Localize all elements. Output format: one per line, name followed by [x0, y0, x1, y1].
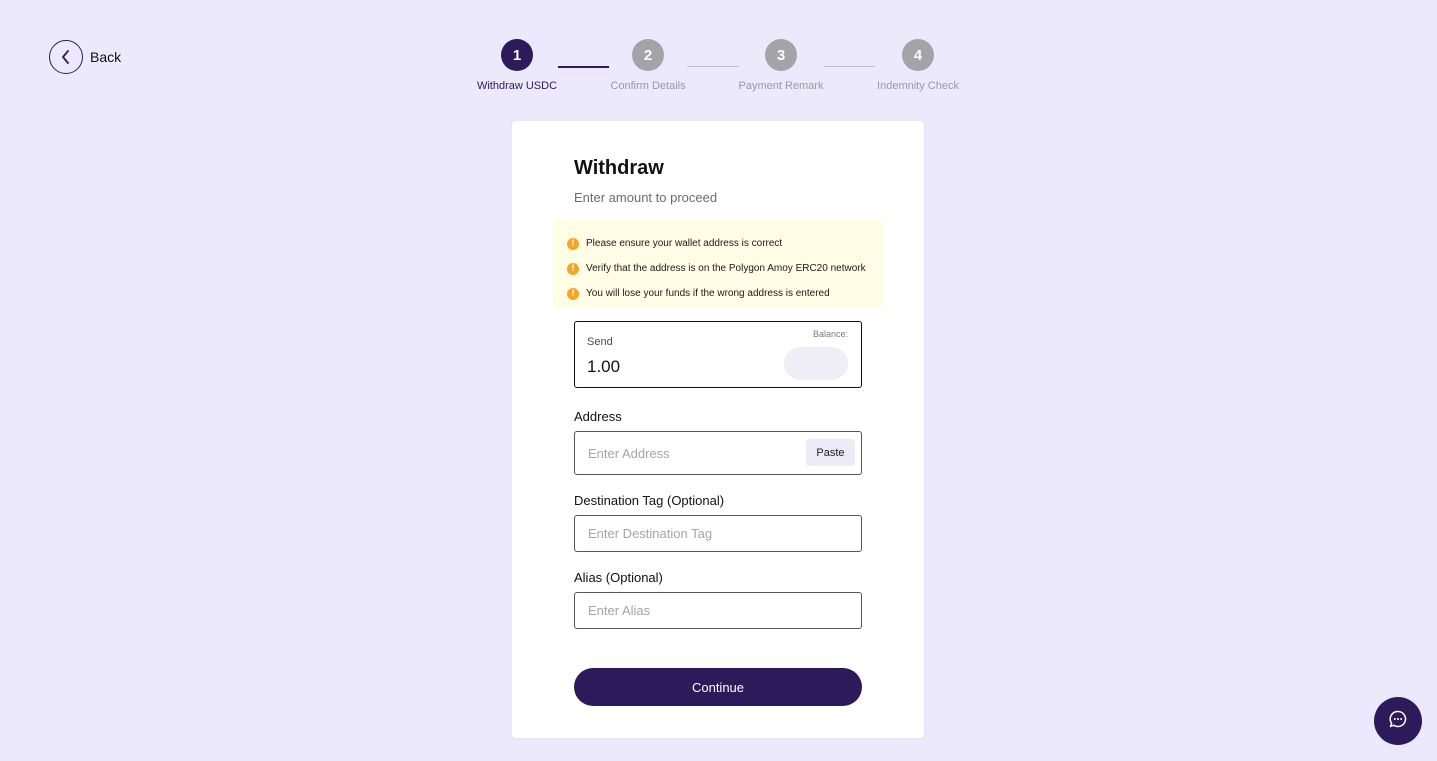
step-label: Withdraw USDC — [476, 80, 558, 92]
page-title: Withdraw — [574, 157, 664, 179]
notice-text: Verify that the address is on the Polygo… — [586, 263, 866, 274]
balance-label: Balance: — [812, 329, 848, 339]
notice-text: You will lose your funds if the wrong ad… — [586, 288, 830, 299]
send-amount-field[interactable]: Send 1.00 Balance: — [574, 321, 862, 388]
step-confirm-details: 2 Confirm Details — [578, 39, 718, 92]
exclamation-circle-icon: ! — [567, 262, 579, 275]
chat-bubble-icon — [1388, 709, 1408, 734]
address-label: Address — [574, 409, 622, 424]
send-amount-value[interactable]: 1.00 — [587, 357, 620, 377]
step-withdraw: 1 Withdraw USDC — [447, 39, 587, 92]
alias-input[interactable] — [575, 593, 861, 628]
balance-value-placeholder — [784, 347, 848, 380]
step-number: 4 — [902, 39, 934, 71]
notice-item: ! Please ensure your wallet address is c… — [567, 231, 884, 256]
send-label: Send — [587, 336, 613, 348]
withdraw-page: Back 1 Withdraw USDC 2 Confirm Details 3… — [0, 0, 1437, 761]
step-label: Confirm Details — [610, 80, 686, 92]
notice-text: Please ensure your wallet address is cor… — [586, 238, 783, 249]
step-label: Indemnity Check — [877, 80, 959, 92]
destination-tag-label: Destination Tag (Optional) — [574, 493, 725, 508]
progress-stepper: 1 Withdraw USDC 2 Confirm Details 3 Paym… — [0, 39, 1437, 99]
step-number: 3 — [765, 39, 797, 71]
continue-button[interactable]: Continue — [574, 668, 862, 706]
step-payment-remark: 3 Payment Remark — [711, 39, 851, 92]
paste-button[interactable]: Paste — [806, 439, 855, 466]
step-indemnity-check: 4 Indemnity Check — [848, 39, 988, 92]
alias-label: Alias (Optional) — [574, 570, 663, 585]
notice-item: ! You will lose your funds if the wrong … — [567, 281, 884, 306]
step-label: Payment Remark — [738, 80, 824, 92]
destination-tag-input[interactable] — [575, 516, 861, 551]
address-field: Paste — [574, 431, 862, 475]
exclamation-circle-icon: ! — [567, 237, 579, 250]
notice-item: ! Verify that the address is on the Poly… — [567, 256, 884, 281]
step-number: 1 — [501, 39, 533, 71]
destination-tag-field — [574, 515, 862, 552]
exclamation-circle-icon: ! — [567, 287, 579, 300]
warning-notice: ! Please ensure your wallet address is c… — [553, 220, 884, 308]
step-number: 2 — [632, 39, 664, 71]
withdraw-card: Withdraw Enter amount to proceed ! Pleas… — [512, 121, 924, 738]
chat-support-button[interactable] — [1374, 697, 1422, 745]
page-subtitle: Enter amount to proceed — [574, 190, 718, 205]
alias-field — [574, 592, 862, 629]
